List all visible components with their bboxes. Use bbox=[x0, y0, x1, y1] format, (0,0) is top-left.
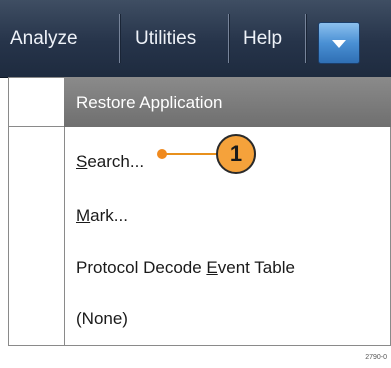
menu-item-mnemonic: S bbox=[76, 152, 88, 171]
menu-item-mnemonic: E bbox=[206, 258, 218, 277]
menu-bar: Analyze Utilities Help bbox=[0, 0, 391, 78]
callout-leader-line bbox=[162, 153, 218, 155]
menu-gutter bbox=[9, 78, 65, 345]
triangle-down-icon bbox=[332, 40, 346, 48]
menu-item-mnemonic: M bbox=[76, 206, 91, 225]
menu-item-protocol-decode-event-table[interactable]: Protocol Decode Event Table bbox=[64, 241, 391, 295]
menu-item-restore-application[interactable]: Restore Application bbox=[64, 78, 391, 127]
menu-item-none[interactable]: (None) bbox=[64, 292, 391, 346]
figure-id: 2790-0 bbox=[365, 354, 387, 361]
menu-item-label: Protocol Decode bbox=[76, 258, 207, 277]
callout-badge: 1 bbox=[216, 134, 256, 174]
callout-dot bbox=[157, 149, 167, 159]
dropdown-button[interactable] bbox=[318, 22, 360, 64]
menu-item-label: Restore Application bbox=[76, 93, 223, 112]
menu-item-label: vent Table bbox=[217, 258, 295, 277]
dropdown-menu: Restore Application Search... Mark... Pr… bbox=[8, 77, 391, 346]
menu-analyze[interactable]: Analyze bbox=[10, 0, 78, 77]
menu-item-label: (None) bbox=[76, 309, 128, 328]
menu-item-label: earch... bbox=[87, 152, 145, 171]
menu-item-mark[interactable]: Mark... bbox=[64, 189, 391, 243]
menu-separator bbox=[305, 14, 306, 63]
menu-separator bbox=[119, 14, 120, 63]
menu-utilities[interactable]: Utilities bbox=[135, 0, 196, 77]
menu-help[interactable]: Help bbox=[243, 0, 282, 77]
menu-item-label: ark... bbox=[90, 206, 128, 225]
menu-separator bbox=[228, 14, 229, 63]
